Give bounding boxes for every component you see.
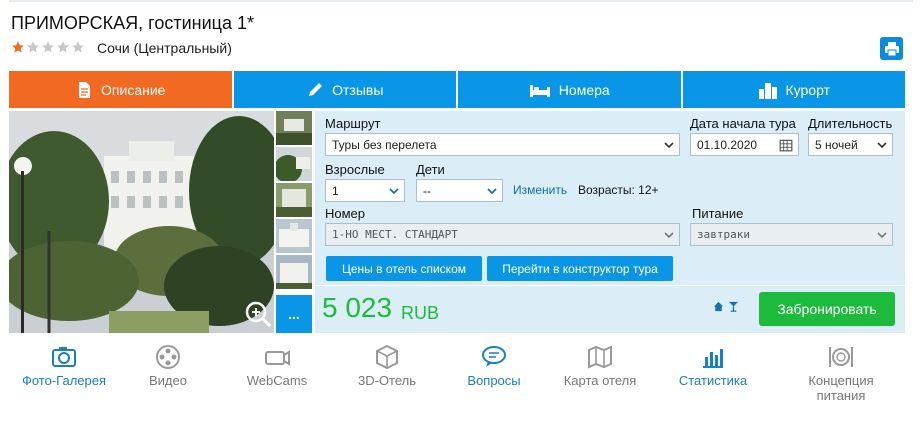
adults-select[interactable]: 1 xyxy=(325,179,405,202)
duration-select[interactable]: 5 ночей xyxy=(808,133,893,156)
feature-label: Карта отеля xyxy=(563,373,637,388)
feature-label: 3D-Отель xyxy=(357,373,417,388)
document-icon xyxy=(79,81,91,98)
map-icon xyxy=(588,345,612,369)
feature-label: Вопросы xyxy=(467,373,521,388)
features-row: Фото-Галерея Видео WebCams 3D-Отель Вопр… xyxy=(9,338,905,408)
tab-bar: Описание Отзывы Номера Курорт xyxy=(9,71,905,108)
calendar-icon xyxy=(779,139,793,152)
3d-cube-icon xyxy=(376,344,398,370)
hotel-prices-list-button[interactable]: Цены в отель списком xyxy=(326,256,482,281)
room-label: Номер xyxy=(325,206,366,221)
feature-label: Статистика xyxy=(678,373,748,388)
thumbnail[interactable] xyxy=(276,147,312,181)
star-empty-icon xyxy=(42,41,54,53)
tab-label: Описание xyxy=(101,81,166,98)
star-empty-icon xyxy=(72,41,84,53)
book-button[interactable]: Забронировать xyxy=(759,292,895,326)
bar-chart-icon xyxy=(703,349,723,368)
feature-label: Концепция питания xyxy=(808,373,874,403)
feature-meal-concept[interactable]: Концепция питания xyxy=(786,338,896,403)
feature-video[interactable]: Видео xyxy=(113,338,223,388)
duration-value: 5 ночей xyxy=(815,137,858,152)
thumbnail-strip xyxy=(276,111,312,291)
tab-label: Курорт xyxy=(785,81,830,98)
chevron-down-icon xyxy=(664,142,674,149)
tour-constructor-button[interactable]: Перейти в конструктор тура xyxy=(487,256,673,281)
city-icon xyxy=(758,82,777,99)
top-divider xyxy=(9,0,913,2)
star-rating xyxy=(11,40,85,54)
chevron-down-icon xyxy=(664,232,674,239)
tab-resort[interactable]: Курорт xyxy=(682,71,905,108)
star-filled-icon xyxy=(12,41,24,53)
bed-icon xyxy=(529,84,550,97)
chevron-down-icon xyxy=(877,142,887,149)
chevron-down-icon xyxy=(877,232,887,239)
date-label: Дата начала тура xyxy=(690,116,796,131)
feature-statistics[interactable]: Статистика xyxy=(658,338,768,388)
tab-rooms[interactable]: Номера xyxy=(458,71,681,108)
meal-select[interactable]: завтраки xyxy=(690,223,893,246)
plate-icon xyxy=(829,347,853,367)
star-empty-icon xyxy=(27,41,39,53)
route-label: Маршрут xyxy=(325,116,381,131)
chevron-down-icon xyxy=(487,188,497,195)
feature-hotel-map[interactable]: Карта отеля xyxy=(545,338,655,388)
chevron-down-icon xyxy=(389,188,399,195)
change-ages-link[interactable]: Изменить xyxy=(513,183,567,197)
feature-photo-gallery[interactable]: Фото-Галерея xyxy=(9,338,119,388)
feature-label: WebCams xyxy=(246,373,308,388)
hotel-title: ПРИМОРСКАЯ, гостиница 1* xyxy=(11,13,254,33)
tab-description[interactable]: Описание xyxy=(9,71,232,108)
date-value: 01.10.2020 xyxy=(697,137,758,152)
printer-icon xyxy=(884,41,899,56)
meal-label: Питание xyxy=(692,206,744,221)
hotel-main-photo[interactable] xyxy=(9,111,274,333)
thumbnail[interactable] xyxy=(276,219,312,253)
webcam-icon xyxy=(265,350,290,366)
zoom-button[interactable] xyxy=(244,300,274,330)
room-select[interactable]: 1-НО МЕСТ. СТАНДАРТ xyxy=(325,223,680,246)
hotel-location: Сочи (Центральный) xyxy=(97,40,232,56)
children-select[interactable]: -- xyxy=(416,179,503,202)
route-value: Туры без перелета xyxy=(332,137,437,152)
more-photos-button[interactable]: ... xyxy=(276,295,312,333)
feature-3d-hotel[interactable]: 3D-Отель xyxy=(332,338,442,388)
chat-bubble-icon xyxy=(482,346,506,367)
film-reel-icon xyxy=(156,345,180,369)
tab-label: Отзывы xyxy=(332,81,384,98)
camera-icon xyxy=(52,347,76,367)
tab-label: Номера xyxy=(558,81,610,98)
price-icons xyxy=(713,301,739,312)
feature-label: Видео xyxy=(149,373,187,388)
ages-text: Возрасты: 12+ xyxy=(578,183,659,197)
children-value: -- xyxy=(423,183,431,198)
thumbnail[interactable] xyxy=(276,183,312,217)
price-currency: RUB xyxy=(401,303,440,323)
feature-label: Фото-Галерея xyxy=(21,373,107,388)
star-empty-icon xyxy=(57,41,69,53)
adults-value: 1 xyxy=(332,183,339,198)
adults-label: Взрослые xyxy=(325,162,385,177)
feature-questions[interactable]: Вопросы xyxy=(439,338,549,388)
duration-label: Длительность xyxy=(808,116,893,131)
thumbnail[interactable] xyxy=(276,111,312,145)
cocktail-icon[interactable] xyxy=(728,301,739,312)
print-button[interactable] xyxy=(880,37,903,60)
feature-webcams[interactable]: WebCams xyxy=(222,338,332,388)
home-icon[interactable] xyxy=(713,301,724,312)
zoom-in-icon xyxy=(245,301,272,328)
pencil-icon xyxy=(309,82,323,96)
thumbnail[interactable] xyxy=(276,255,312,289)
tab-reviews[interactable]: Отзывы xyxy=(233,71,456,108)
route-select[interactable]: Туры без перелета xyxy=(325,133,680,156)
date-input[interactable]: 01.10.2020 xyxy=(690,133,799,156)
room-value: 1-НО МЕСТ. СТАНДАРТ xyxy=(332,228,458,241)
price-amount: 5 023 xyxy=(322,292,393,323)
meal-value: завтраки xyxy=(697,228,750,241)
children-label: Дети xyxy=(416,162,445,177)
